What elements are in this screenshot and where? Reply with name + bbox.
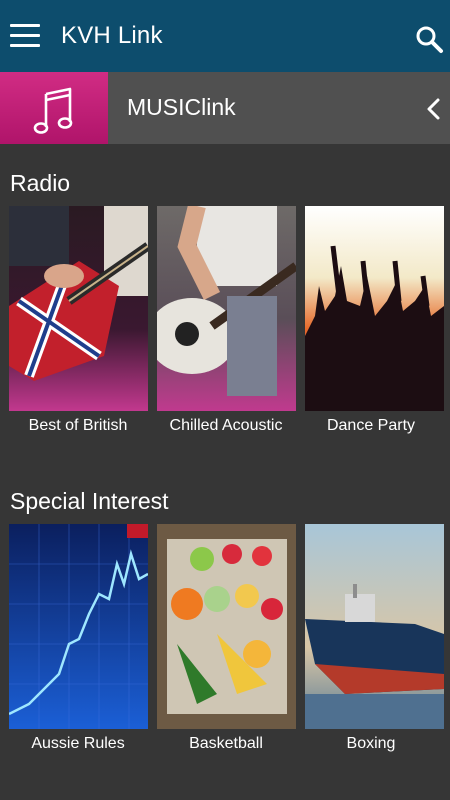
acoustic-guitar-image: [157, 206, 296, 411]
special-tile-basketball[interactable]: [157, 524, 296, 729]
music-note-icon: [33, 87, 73, 134]
special-interest-section-title: Special Interest: [10, 488, 169, 514]
app-bar: KVH Link: [0, 0, 450, 72]
fruit-basket-image: [157, 524, 296, 729]
concert-crowd-image: [305, 206, 444, 411]
cargo-ship-image: [305, 524, 444, 729]
tile-label-chilled-acoustic: Chilled Acoustic: [169, 417, 283, 434]
radio-tile-chilled-acoustic[interactable]: [157, 206, 296, 411]
tile-label-best-of-british: Best of British: [28, 417, 128, 434]
guitar-union-jack-image: [9, 206, 148, 411]
stock-chart-image: [9, 524, 148, 729]
music-badge: [0, 72, 108, 144]
radio-tile-dance-party[interactable]: [305, 206, 444, 411]
tile-label-basketball: Basketball: [189, 735, 263, 752]
special-tile-aussie-rules[interactable]: [9, 524, 148, 729]
chevron-left-icon[interactable]: [422, 96, 444, 122]
radio-tile-best-of-british[interactable]: [9, 206, 148, 411]
section-header: MUSIClink: [0, 72, 450, 144]
special-tile-boxing[interactable]: [305, 524, 444, 729]
app-title: KVH Link: [61, 22, 163, 49]
radio-section-title: Radio: [10, 170, 71, 196]
tile-label-aussie-rules: Aussie Rules: [31, 735, 125, 752]
hamburger-menu-icon[interactable]: [10, 24, 40, 48]
tile-label-dance-party: Dance Party: [326, 417, 416, 434]
tile-label-boxing: Boxing: [346, 735, 396, 752]
search-icon[interactable]: [414, 24, 444, 54]
section-label: MUSIClink: [127, 94, 236, 120]
